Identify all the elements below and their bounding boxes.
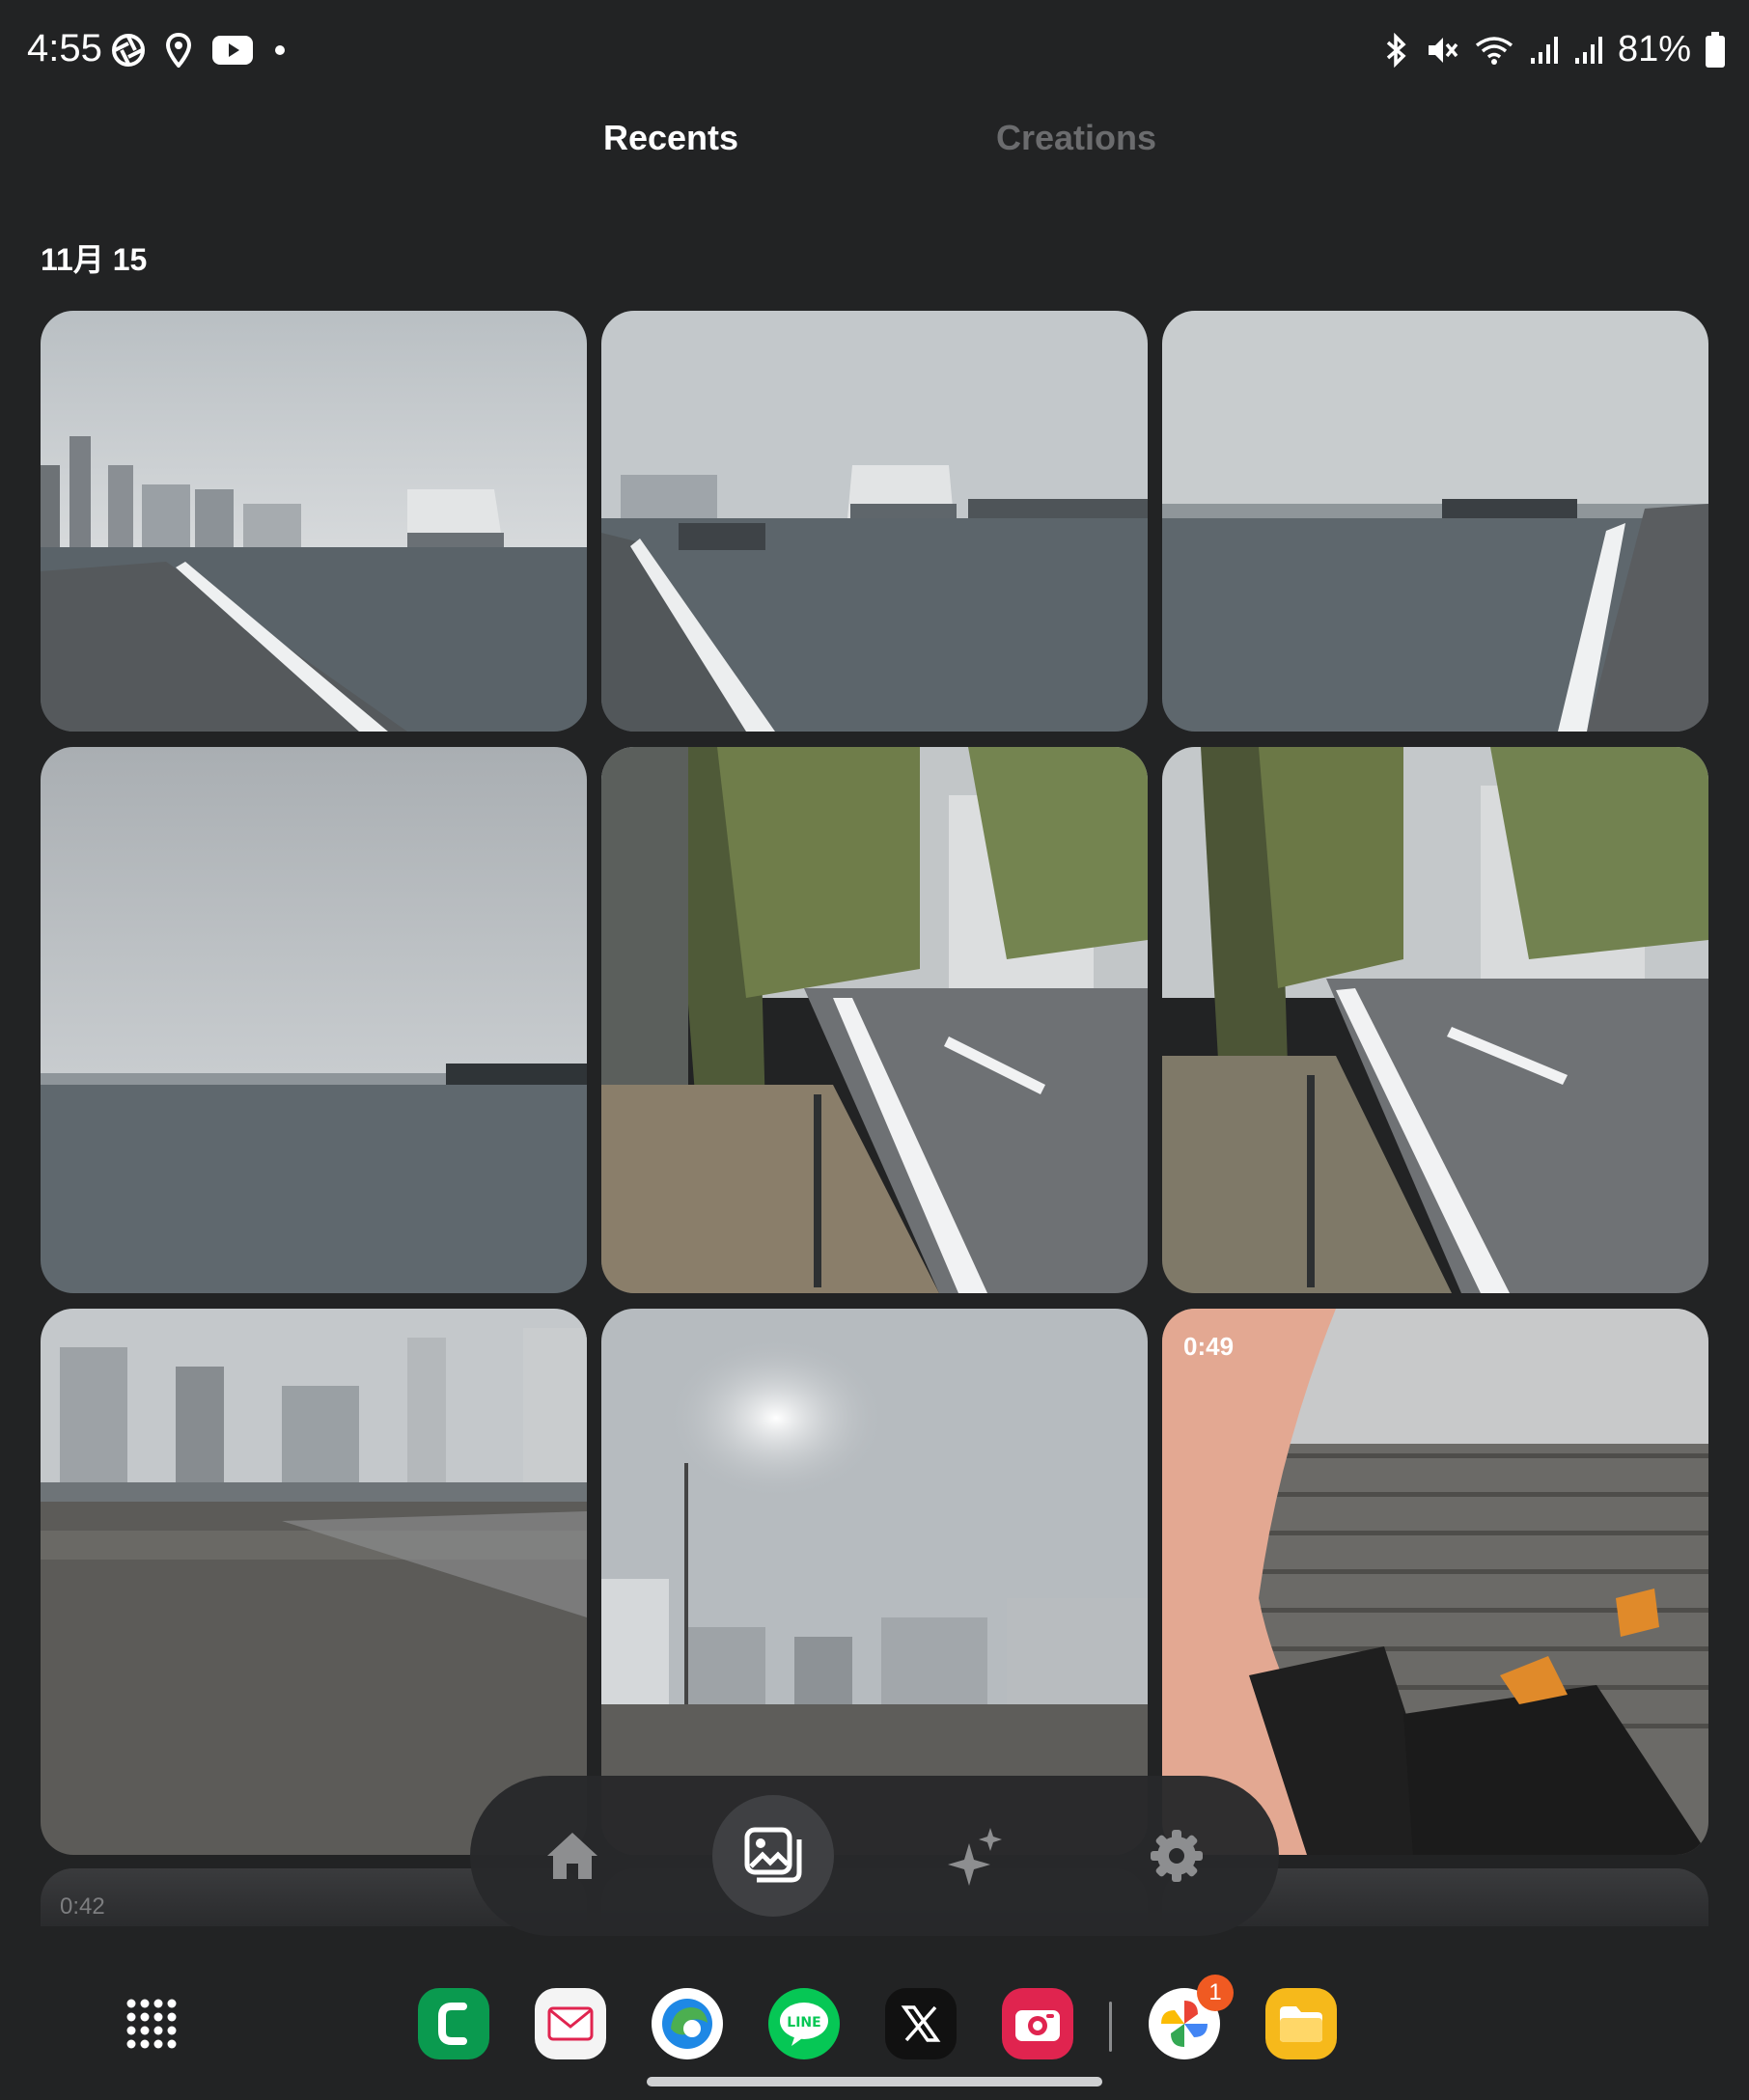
signal-icon-2 — [1574, 36, 1602, 64]
photo-thumbnail[interactable] — [601, 1309, 1148, 1855]
files-app-icon — [1280, 2006, 1322, 2042]
photo-thumbnail[interactable] — [601, 311, 1148, 732]
photo-thumbnail[interactable] — [41, 311, 587, 732]
photo-thumbnail[interactable] — [601, 747, 1148, 1293]
dock-app-files[interactable] — [1265, 1988, 1337, 2059]
dock-app-phone[interactable] — [418, 1988, 489, 2059]
mute-icon — [1428, 37, 1458, 63]
nav-home[interactable] — [524, 1808, 621, 1904]
video-thumbnail[interactable]: 0:49 — [1162, 1309, 1708, 1855]
photo-thumbnail[interactable] — [1162, 311, 1708, 732]
battery-icon — [1706, 31, 1725, 68]
notification-dot-icon — [275, 45, 285, 55]
date-header: 11月 15 — [41, 242, 148, 277]
signal-icon-1 — [1530, 36, 1558, 64]
status-bar: 4:55 81% — [0, 0, 1749, 104]
bluetooth-icon — [1386, 32, 1406, 68]
aperture-icon — [112, 34, 145, 67]
dock-app-camera[interactable] — [1002, 1988, 1073, 2059]
app-grid-icon — [126, 1999, 177, 2049]
tab-creations[interactable]: Creations — [874, 118, 1279, 158]
dock-app-x[interactable] — [885, 1988, 957, 2059]
photo-thumbnail[interactable] — [41, 1309, 587, 1855]
photo-thumbnail[interactable] — [41, 747, 587, 1293]
dock-app-edge[interactable] — [652, 1988, 723, 2059]
location-icon — [166, 33, 191, 68]
nav-gallery[interactable] — [712, 1795, 834, 1917]
video-duration: 0:42 — [60, 1893, 105, 1920]
notification-badge: 1 — [1197, 1975, 1234, 2011]
home-icon — [547, 1833, 597, 1879]
mail-app-icon — [547, 2006, 594, 2041]
wifi-icon — [1475, 36, 1513, 65]
battery-percent: 81% — [1617, 29, 1691, 69]
video-duration: 0:49 — [1183, 1332, 1235, 1361]
phone-app-icon — [438, 2003, 467, 2045]
tab-recents[interactable]: Recents — [468, 118, 874, 158]
gallery-icon — [744, 1827, 802, 1883]
dock-app-line[interactable]: LINE — [768, 1988, 840, 2059]
app-dock: LINE 1 — [0, 1969, 1749, 2085]
status-time: 4:55 — [27, 27, 102, 69]
nav-settings[interactable] — [1128, 1808, 1225, 1904]
svg-text:LINE: LINE — [787, 2015, 820, 2031]
home-indicator[interactable] — [647, 2077, 1102, 2086]
dock-app-mail[interactable] — [535, 1988, 606, 2059]
camera-app-icon — [1015, 2010, 1060, 2041]
youtube-icon — [212, 36, 253, 65]
sparkle-icon — [948, 1828, 1002, 1886]
nav-creations[interactable] — [928, 1808, 1024, 1904]
gear-icon — [1151, 1830, 1203, 1882]
app-drawer-button[interactable] — [125, 1998, 180, 2057]
x-app-icon — [901, 2005, 941, 2042]
edge-browser-icon — [662, 1999, 712, 2049]
dock-app-google-photos[interactable]: 1 — [1149, 1975, 1234, 2059]
photo-thumbnail[interactable] — [1162, 747, 1708, 1293]
dock-separator — [1109, 2002, 1112, 2052]
bottom-nav-bar — [470, 1776, 1279, 1936]
line-app-icon: LINE — [780, 2003, 828, 2046]
